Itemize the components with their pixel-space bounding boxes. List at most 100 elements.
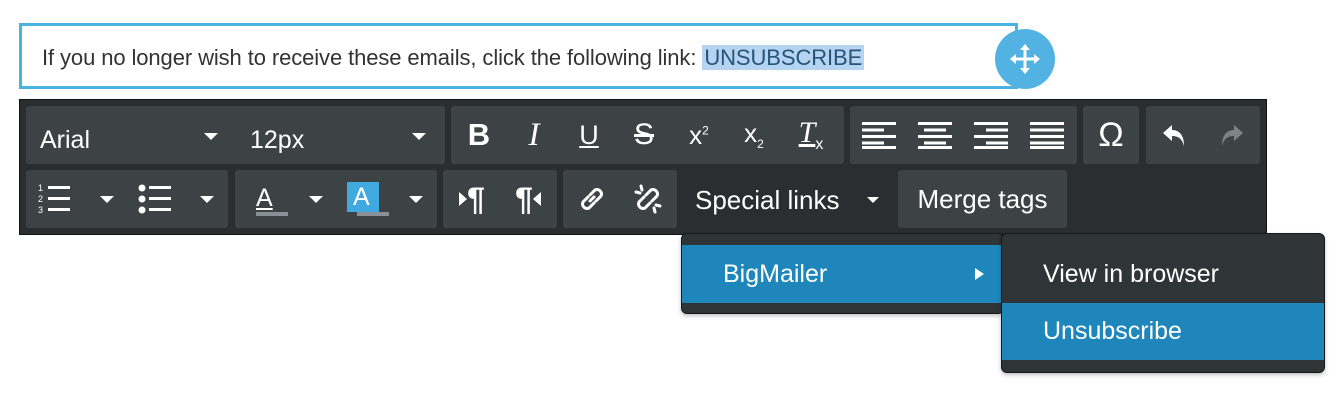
chevron-down-icon [409, 196, 423, 203]
superscript-button[interactable]: x2 [673, 106, 725, 164]
svg-text:2: 2 [38, 194, 43, 204]
bullet-list-button[interactable] [128, 170, 226, 228]
direction-group: ¶ ¶ [443, 170, 557, 228]
font-family-value: Arial [40, 126, 91, 154]
underline-icon: U [579, 119, 599, 150]
chevron-down-icon [867, 197, 879, 203]
history-group [1146, 106, 1260, 164]
unlink-icon [634, 184, 662, 214]
svg-text:3: 3 [38, 205, 43, 215]
align-center-button[interactable] [908, 106, 962, 164]
color-group: A A [235, 170, 437, 228]
align-left-button[interactable] [852, 106, 906, 164]
align-justify-button[interactable] [1020, 106, 1074, 164]
subscript-button[interactable]: x2 [728, 106, 780, 164]
superscript-mark: 2 [702, 122, 709, 137]
unlink-button[interactable] [621, 170, 675, 228]
background-color-icon: A [347, 182, 389, 216]
svg-text:1: 1 [38, 183, 43, 193]
bigmailer-submenu: View in browser Unsubscribe [1001, 233, 1325, 373]
move-icon [1010, 44, 1040, 74]
special-links-button[interactable]: Special links [683, 170, 891, 228]
editor-toolbar: Arial 12px B I U S x2 x2 Tx Ω 1 2 3 A A … [19, 99, 1267, 235]
special-char-group: Ω [1083, 106, 1139, 164]
redo-button[interactable] [1204, 106, 1258, 164]
content-text[interactable]: If you no longer wish to receive these e… [42, 45, 865, 71]
align-justify-icon [1030, 122, 1064, 149]
clear-format-mark: x [815, 136, 824, 153]
bold-icon: B [467, 117, 491, 152]
chevron-down-icon [309, 196, 323, 203]
align-center-icon [918, 122, 952, 149]
chevron-down-icon [412, 133, 426, 140]
subscript-base: x [744, 118, 758, 149]
move-handle[interactable] [995, 29, 1055, 89]
text-color-button[interactable]: A [237, 170, 333, 228]
strikethrough-icon: S [633, 118, 654, 151]
menu-item-view-in-browser[interactable]: View in browser [1002, 246, 1324, 303]
background-color-swatch [357, 212, 389, 216]
text-content-block[interactable]: If you no longer wish to receive these e… [19, 23, 1018, 89]
font-group: Arial 12px [26, 106, 445, 164]
special-char-icon: Ω [1098, 115, 1124, 154]
rtl-button[interactable]: ¶ [501, 170, 555, 228]
subscript-icon: x2 [744, 118, 764, 151]
bold-button[interactable]: B [453, 106, 505, 164]
rtl-pilcrow: ¶ [515, 180, 533, 217]
undo-icon [1163, 125, 1184, 146]
menu-item-label: Unsubscribe [1043, 317, 1182, 345]
link-group [563, 170, 677, 228]
font-size-value: 12px [250, 126, 305, 154]
merge-tags-button[interactable]: Merge tags [898, 170, 1067, 228]
merge-tags-label: Merge tags [917, 183, 1048, 214]
menu-item-label: View in browser [1043, 260, 1220, 288]
link-button[interactable] [565, 170, 619, 228]
clear-format-button[interactable]: Tx [783, 106, 839, 164]
special-links-menu: BigMailer [681, 233, 1004, 314]
align-left-icon [862, 122, 896, 149]
background-color-letter: A [353, 183, 370, 211]
bullet-list-icon [138, 184, 171, 214]
link-icon [581, 188, 603, 210]
font-size-select[interactable]: 12px [236, 106, 441, 164]
italic-icon: I [528, 116, 540, 153]
subscript-mark: 2 [757, 137, 764, 152]
background-color-button[interactable]: A [337, 170, 435, 228]
text-color-icon: A [253, 184, 288, 216]
ltr-button[interactable]: ¶ [445, 170, 499, 228]
text-color-letter: A [256, 184, 273, 212]
text-color-swatch [256, 212, 288, 216]
superscript-icon: x2 [689, 120, 709, 151]
rtl-icon: ¶ [515, 181, 541, 218]
special-links-label: Special links [695, 185, 840, 215]
content-text-body: If you no longer wish to receive these e… [42, 45, 703, 70]
chevron-down-icon [100, 196, 114, 203]
italic-button[interactable]: I [508, 106, 560, 164]
strikethrough-button[interactable]: S [618, 106, 670, 164]
ltr-icon: ¶ [459, 181, 485, 218]
superscript-base: x [689, 119, 703, 150]
clear-format-icon: Tx [799, 116, 824, 154]
undo-button[interactable] [1148, 106, 1202, 164]
align-group [850, 106, 1077, 164]
menu-item-bigmailer[interactable]: BigMailer [682, 245, 1003, 303]
chevron-right-icon [975, 268, 984, 280]
font-family-select[interactable]: Arial [26, 106, 231, 164]
ltr-pilcrow: ¶ [467, 180, 485, 217]
align-right-icon [974, 122, 1008, 149]
chevron-down-icon [204, 133, 218, 140]
list-group: 1 2 3 [26, 170, 228, 228]
ordered-list-icon: 1 2 3 [38, 183, 70, 215]
special-char-button[interactable]: Ω [1083, 106, 1139, 164]
redo-icon [1222, 125, 1243, 146]
ordered-list-button[interactable]: 1 2 3 [28, 170, 124, 228]
unsubscribe-link-text[interactable]: UNSUBSCRIBE [702, 45, 865, 70]
chevron-down-icon [200, 196, 214, 203]
align-right-button[interactable] [964, 106, 1018, 164]
merge-tags-group: Merge tags [898, 170, 1067, 228]
menu-item-label: BigMailer [723, 259, 828, 288]
clear-format-base: T [798, 116, 816, 149]
format-group: B I U S x2 x2 Tx [451, 106, 844, 164]
underline-button[interactable]: U [563, 106, 615, 164]
menu-item-unsubscribe[interactable]: Unsubscribe [1002, 303, 1324, 360]
